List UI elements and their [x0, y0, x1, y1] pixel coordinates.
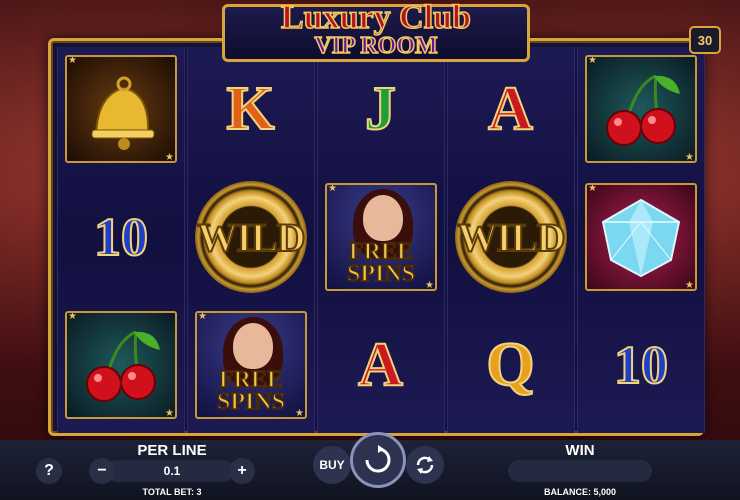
total-bet-label: TOTAL BET: 3	[142, 487, 202, 497]
reel-cell: A	[321, 303, 441, 427]
queen-symbol: Q	[485, 330, 536, 400]
free-spins-symbol: FREE SPINS	[195, 311, 307, 419]
logo-title: Luxury Club	[280, 0, 471, 36]
per-line-label: PER LINE	[137, 442, 207, 459]
reel-cell: 10	[581, 303, 701, 427]
reel-3: J FREE SPINS A	[317, 47, 445, 433]
ten-symbol: 10	[613, 334, 669, 396]
reel-5: 10	[577, 47, 705, 433]
reel-cell: WILD	[451, 175, 571, 299]
spin-icon	[365, 445, 391, 473]
reel-2: K WILD FREE SPINS	[187, 47, 315, 433]
per-line-value: 0.1	[163, 464, 181, 478]
reel-cell	[61, 303, 181, 427]
reel-cell	[581, 47, 701, 171]
decrease-bet-button[interactable]: −	[89, 458, 115, 484]
face-shape	[233, 323, 273, 369]
logo-subtitle: VIP ROOM	[314, 33, 439, 59]
control-bar: ? PER LINE 0.1 − + TOTAL BET: 3 BUY WIN …	[0, 432, 740, 500]
ace-symbol: A	[487, 74, 534, 144]
free-spins-label: FREE SPINS	[216, 367, 286, 415]
reel-cell: WILD	[191, 175, 311, 299]
balance-label: BALANCE: 5,000	[543, 487, 617, 497]
free-spins-symbol: FREE SPINS	[325, 183, 437, 291]
wild-symbol: WILD	[455, 181, 567, 293]
cherry-symbol	[65, 311, 177, 419]
autoplay-icon	[416, 456, 434, 474]
diamond-icon	[601, 198, 681, 278]
reel-cell: FREE SPINS	[321, 175, 441, 299]
win-field	[508, 460, 652, 482]
help-button[interactable]: ?	[36, 458, 62, 484]
king-symbol: K	[225, 74, 276, 144]
jack-symbol: J	[364, 74, 397, 144]
face-shape	[363, 195, 403, 241]
diamond-symbol	[585, 183, 697, 291]
wild-label: WILD	[456, 214, 566, 261]
ace-symbol: A	[357, 330, 404, 400]
spin-button[interactable]	[350, 432, 406, 488]
free-spins-label: FREE SPINS	[346, 239, 416, 287]
reel-cell: K	[191, 47, 311, 171]
reel-cell	[581, 175, 701, 299]
cherry-icon	[86, 330, 160, 402]
ten-symbol: 10	[93, 206, 149, 268]
reel-4: A WILD Q	[447, 47, 575, 433]
game-frame: 10 K WILD	[48, 38, 705, 436]
bell-symbol	[65, 55, 177, 163]
reel-cell: Q	[451, 303, 571, 427]
buy-button[interactable]: BUY	[313, 446, 351, 484]
paylines-badge: 30	[689, 26, 721, 54]
reel-cell: FREE SPINS	[191, 303, 311, 427]
game-logo: Luxury Club VIP ROOM	[222, 0, 530, 62]
reel-1: 10	[57, 47, 185, 433]
reel-cell: J	[321, 47, 441, 171]
reel-cell: 10	[61, 175, 181, 299]
increase-bet-button[interactable]: +	[229, 458, 255, 484]
win-label: WIN	[565, 442, 595, 459]
reel-cell: A	[451, 47, 571, 171]
reel-cell	[61, 47, 181, 171]
cherry-symbol	[585, 55, 697, 163]
wild-label: WILD	[196, 214, 306, 261]
autoplay-button[interactable]	[406, 446, 444, 484]
bell-icon	[91, 76, 155, 150]
cherry-icon	[606, 74, 680, 146]
wild-symbol: WILD	[195, 181, 307, 293]
